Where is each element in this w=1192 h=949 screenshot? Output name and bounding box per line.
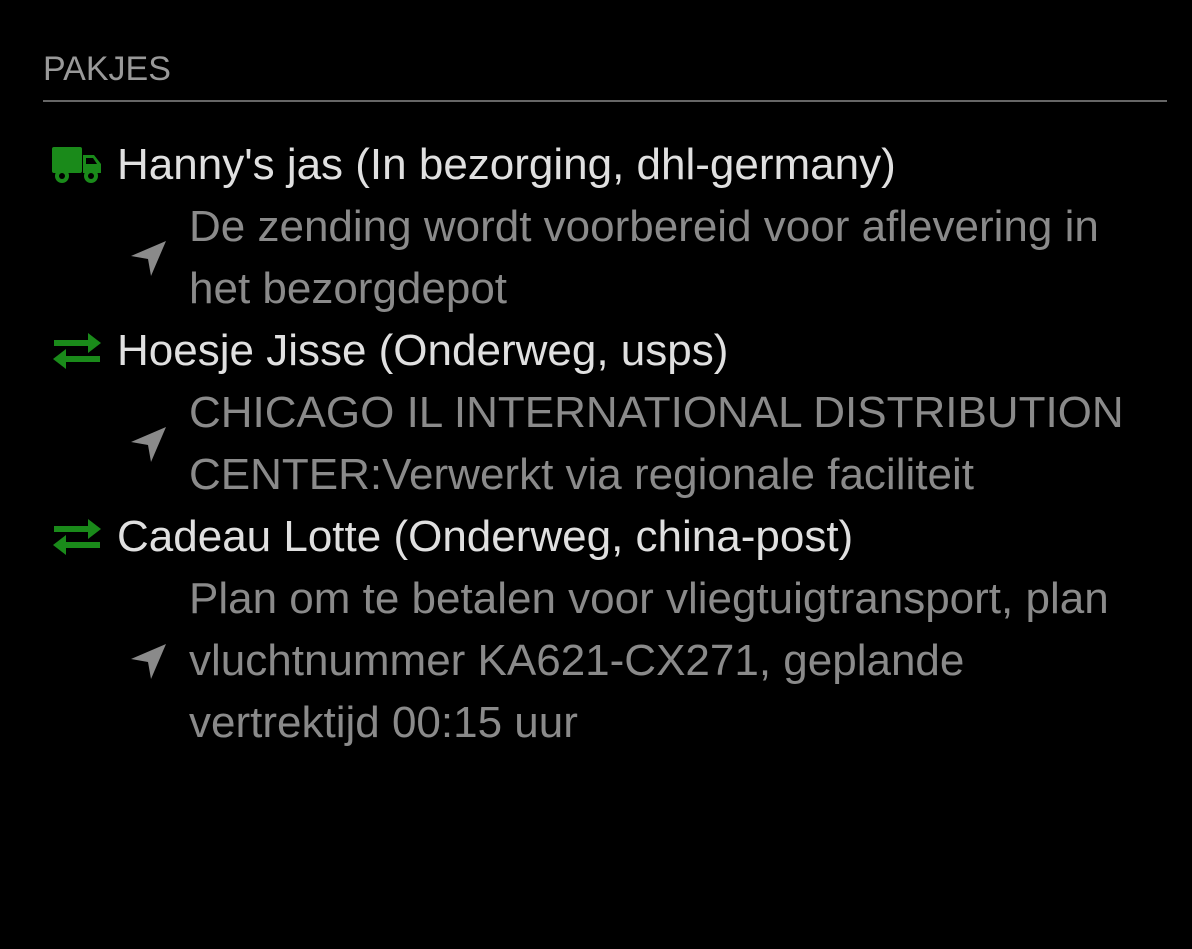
parcel-item: Cadeau Lotte (Onderweg, china-post) Plan… [43, 506, 1167, 754]
parcel-detail-row: CHICAGO IL INTERNATIONAL DISTRIBUTION CE… [43, 382, 1167, 506]
parcel-item: Hanny's jas (In bezorging, dhl-germany) … [43, 134, 1167, 320]
parcel-title-row: Cadeau Lotte (Onderweg, china-post) [43, 506, 1167, 568]
exchange-arrows-icon [51, 517, 103, 557]
module-header: PAKJES [43, 48, 1167, 102]
parcel-detail-row: De zending wordt voorbereid voor aflever… [43, 196, 1167, 320]
parcel-title: Hanny's jas (In bezorging, dhl-germany) [117, 140, 896, 189]
parcel-title: Cadeau Lotte (Onderweg, china-post) [117, 512, 854, 561]
parcel-detail: CHICAGO IL INTERNATIONAL DISTRIBUTION CE… [189, 388, 1124, 499]
location-arrow-icon [125, 235, 171, 281]
parcels-module: PAKJES Hanny's jas (In bezorging, dhl-ge… [43, 48, 1167, 754]
location-arrow-icon [125, 638, 171, 684]
parcel-detail: Plan om te betalen voor vliegtuigtranspo… [189, 574, 1109, 747]
parcel-detail-row: Plan om te betalen voor vliegtuigtranspo… [43, 568, 1167, 754]
parcel-list: Hanny's jas (In bezorging, dhl-germany) … [43, 134, 1167, 754]
exchange-arrows-icon [51, 331, 103, 371]
parcel-item: Hoesje Jisse (Onderweg, usps) CHICAGO IL… [43, 320, 1167, 506]
location-arrow-icon [125, 421, 171, 467]
parcel-detail: De zending wordt voorbereid voor aflever… [189, 202, 1099, 313]
truck-icon [51, 145, 103, 185]
parcel-title-row: Hoesje Jisse (Onderweg, usps) [43, 320, 1167, 382]
parcel-title-row: Hanny's jas (In bezorging, dhl-germany) [43, 134, 1167, 196]
parcel-title: Hoesje Jisse (Onderweg, usps) [117, 326, 729, 375]
